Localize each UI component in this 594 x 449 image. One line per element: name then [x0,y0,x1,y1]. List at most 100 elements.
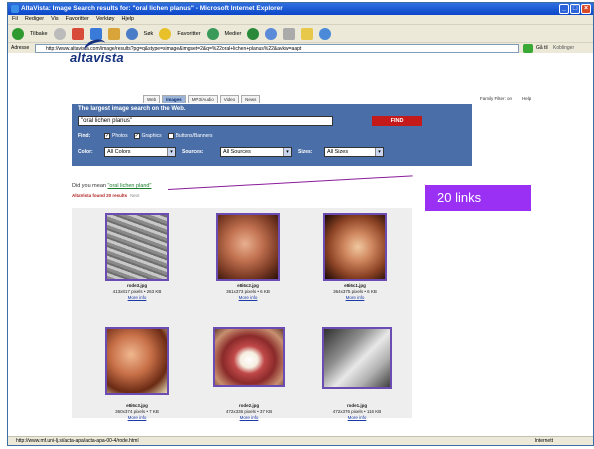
tab-images[interactable]: Images [162,95,186,103]
result-thumbnail[interactable] [322,327,392,389]
result-image[interactable] [218,215,278,279]
top-links: Family Filter: on Help [480,96,531,101]
find-button[interactable]: FIND [372,116,422,126]
result-thumbnail[interactable] [105,327,169,395]
more-info-link[interactable]: More info [305,295,405,301]
results-count-text: AltaVista found 20 results [72,193,128,198]
stop-icon[interactable] [71,27,84,40]
checkbox-buttons-banners-box[interactable] [167,133,174,139]
result-caption: e8i6c3.jpg 360x374 pixels • 7 KB More in… [87,403,187,421]
go-button[interactable]: Gå til [536,43,548,54]
result-image[interactable] [107,329,167,393]
folder-icon[interactable] [301,27,314,40]
maximize-button[interactable]: □ [570,4,580,14]
family-filter-link[interactable]: Family Filter: on [480,96,512,101]
back-button[interactable]: Tilbake [30,31,48,37]
home-icon[interactable] [107,27,120,40]
tab-mp3-audio[interactable]: MP3/Audio [187,95,218,103]
result-caption: rode2.jpg 472x336 pixels • 37 KB More in… [199,403,299,421]
menu-tools[interactable]: Verktøy [96,15,115,24]
checkbox-graphics[interactable]: ✓ Graphics [133,133,162,139]
search-heading: The largest image search on the Web. [78,106,186,112]
menu-file[interactable]: Fil [12,15,18,24]
result-image[interactable] [107,215,167,279]
filter-options: Color: All Colors ▾ Sources: All Sources ▾… [78,147,384,157]
title-bar: AltaVista: Image Search results for: "or… [8,3,593,15]
callout-box: 20 links [425,185,531,211]
chevron-down-icon[interactable]: ▾ [167,148,175,156]
back-arrow-icon[interactable] [12,27,24,40]
print-icon[interactable] [283,27,296,40]
status-url: http://www.mf.uni-lj.si/acta-apa/acta-ap… [16,438,139,444]
menu-favorites[interactable]: Favoritter [66,15,89,24]
menu-view[interactable]: Vis [51,15,59,24]
result-thumbnail[interactable] [213,327,285,387]
find-options: Find: ✓ Photos ✓ Graphics Buttons/Banners [78,133,213,139]
altavista-logo[interactable]: altavista [70,50,124,65]
media-button[interactable]: Medier [225,31,242,37]
favorites-star-icon[interactable] [159,27,172,40]
go-arrow-icon[interactable] [523,44,533,53]
checkbox-photos-label: Photos [112,133,128,139]
search-panel: The largest image search on the Web. "or… [72,104,472,166]
chevron-down-icon[interactable]: ▾ [375,148,383,156]
ie-icon [11,5,19,13]
checkbox-buttons-banners[interactable]: Buttons/Banners [167,133,213,139]
sources-select-value: All Sources [223,149,251,155]
result-thumbnail[interactable] [216,213,280,281]
color-select[interactable]: All Colors ▾ [104,147,176,157]
sizes-select[interactable]: All Sizes ▾ [324,147,384,157]
links-button[interactable]: Koblinger [553,43,574,54]
menu-help[interactable]: Hjelp [122,15,135,24]
search-input[interactable]: "oral lichen planus" [78,116,333,126]
more-info-link[interactable]: More info [199,415,299,421]
tab-news[interactable]: News [241,95,261,103]
more-info-link[interactable]: More info [87,295,187,301]
suggestion-link[interactable]: "oral lichen pland" [107,183,151,189]
did-you-mean: Did you mean "oral lichen pland" [72,183,151,189]
close-button[interactable]: × [581,4,591,14]
history-icon[interactable] [247,27,260,40]
did-you-mean-text: Did you mean [72,183,106,189]
result-thumbnail[interactable] [105,213,169,281]
favorites-button[interactable]: Favoritter [177,31,200,37]
find-label: Find: [78,133,91,139]
result-caption: e8i6c1.jpg 364x375 pixels • 6 KB More in… [305,283,405,301]
sizes-select-value: All Sizes [327,149,349,155]
next-link[interactable]: Next [130,193,139,198]
sources-label: Sources: [182,149,204,155]
result-caption: rode1.jpg 472x376 pixels • 116 KB More i… [307,403,407,421]
result-caption: rode3.jpg 413x817 pixels • 263 KB More i… [87,283,187,301]
forward-arrow-icon[interactable] [53,27,66,40]
refresh-icon[interactable] [89,27,102,40]
checkbox-photos-box[interactable]: ✓ [104,133,110,139]
menu-bar: Fil Rediger Vis Favoritter Verktøy Hjelp [8,15,593,24]
checkbox-photos[interactable]: ✓ Photos [104,133,128,139]
result-image[interactable] [325,215,385,279]
more-info-link[interactable]: More info [87,415,187,421]
media-icon[interactable] [206,27,219,40]
tab-web[interactable]: Web [143,95,161,103]
result-image[interactable] [324,329,390,387]
sources-select[interactable]: All Sources ▾ [220,147,292,157]
window-controls: _ □ × [559,4,591,14]
menu-edit[interactable]: Rediger [25,15,44,24]
more-info-link[interactable]: More info [198,295,298,301]
messenger-icon[interactable] [319,27,332,40]
chevron-down-icon[interactable]: ▾ [283,148,291,156]
mail-icon[interactable] [265,27,278,40]
more-info-link[interactable]: More info [307,415,407,421]
result-image[interactable] [215,329,283,385]
tab-video[interactable]: Video [219,95,240,103]
checkbox-buttons-banners-label: Buttons/Banners [175,133,213,139]
result-caption: e8i6c2.jpg 361x373 pixels • 6 KB More in… [198,283,298,301]
minimize-button[interactable]: _ [559,4,569,14]
window-title: AltaVista: Image Search results for: "or… [21,5,283,12]
checkbox-graphics-box[interactable]: ✓ [133,133,140,139]
help-link[interactable]: Help [522,96,531,101]
sizes-label: Sizes: [298,149,313,155]
address-label: Adresse [11,45,30,51]
search-button[interactable]: Søk [144,31,154,37]
result-thumbnail[interactable] [323,213,387,281]
search-icon[interactable] [125,27,138,40]
